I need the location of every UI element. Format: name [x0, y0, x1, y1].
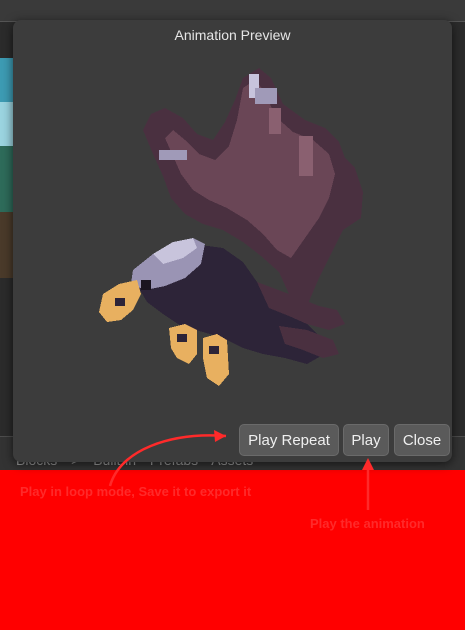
close-button[interactable]: Close: [394, 424, 450, 456]
dialog-title: Animation Preview: [174, 27, 291, 43]
annotation-note: Play the animation: [310, 516, 425, 531]
editor-topbar: [0, 0, 465, 22]
annotation-note: Play in loop mode, Save it to export it: [20, 484, 252, 499]
play-button[interactable]: Play: [343, 424, 389, 456]
eagle-sprite-icon: [99, 68, 363, 386]
animation-preview-dialog: Animation Preview Play Repeat Play Close: [13, 20, 452, 462]
play-repeat-button[interactable]: Play Repeat: [239, 424, 339, 456]
